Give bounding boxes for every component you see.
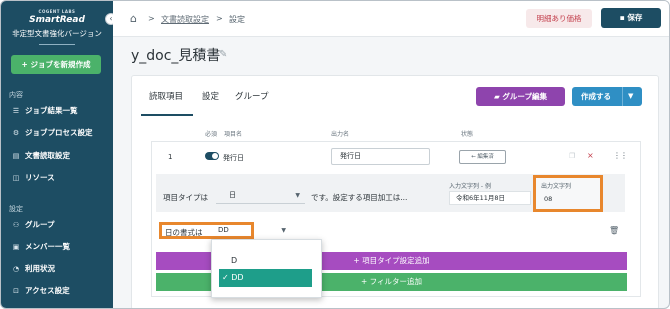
item-type-suffix: です。設定する項目加工は... [311, 193, 408, 202]
section-content-label: 内容 [9, 91, 23, 99]
input-example-field[interactable]: 令和6年11月8日 [449, 191, 531, 205]
sidebar-item-usage[interactable]: ◔ 利用状況 [11, 262, 111, 276]
page-title: y_doc_見積書 [131, 48, 221, 64]
chevron-down-icon: ▼ [281, 227, 286, 234]
list-icon: ☰ [12, 107, 20, 115]
breadcrumb-current: 設定 [229, 15, 245, 24]
group-edit-label: グループ編集 [502, 92, 547, 101]
sidebar-item-doc-reading[interactable]: ▤ 文書読取設定 [11, 149, 111, 163]
status-edited-button[interactable]: ← 編集済 [459, 150, 506, 164]
sidebar-item-group[interactable]: ⚇ グループ [11, 218, 111, 232]
usage-icon: ◔ [12, 265, 20, 273]
brand: COGENT LABS SmartRead 非定型文書強化バージョン [1, 9, 113, 45]
sidebar-item-label: ジョブ結果一覧 [25, 106, 78, 115]
brand-edition: 非定型文書強化バージョン [12, 29, 102, 38]
required-toggle[interactable] [205, 152, 219, 160]
item-name: 発行日 [223, 154, 244, 162]
brand-company: COGENT LABS [38, 9, 76, 14]
process-icon: ⚙ [12, 129, 20, 137]
new-job-button[interactable]: + ジョブを新規作成 [11, 55, 101, 74]
day-format-label: 日の書式は [165, 228, 203, 237]
output-string-label: 出力文字列 [541, 183, 572, 190]
sidebar-item-label: メンバー一覧 [25, 242, 70, 251]
create-label: 作成する [581, 92, 611, 101]
sidebar-item-label: ジョブプロセス設定 [25, 128, 93, 137]
item-type-label: 項目タイプは [163, 193, 208, 202]
create-button[interactable]: 作成する ▼ [572, 87, 642, 106]
header-required: 必須 [205, 131, 218, 138]
output-string-value: 08 [544, 195, 553, 203]
itemized-price-button[interactable]: 明細あり価格 [526, 9, 592, 28]
sidebar-item-members[interactable]: ▣ メンバー一覧 [11, 240, 111, 254]
sidebar-item-label: 文書読取設定 [25, 151, 70, 160]
sidebar-item-resources[interactable]: ◫ リソース [11, 171, 111, 185]
item-type-select[interactable]: 日 ▼ [216, 187, 305, 204]
tab-group[interactable]: グループ [235, 90, 269, 102]
sidebar-item-label: グループ [25, 220, 55, 229]
top-bar: ⌂ > 文書読取設定 > 設定 明細あり価格 ▪ 保存 [113, 1, 669, 37]
copy-icon[interactable]: ❐ [569, 152, 575, 160]
resource-icon: ◫ [12, 174, 20, 182]
edit-title-icon[interactable]: ✎ [219, 49, 227, 60]
tab-settings[interactable]: 設定 [202, 90, 219, 102]
sidebar-item-job-results[interactable]: ☰ ジョブ結果一覧 [11, 104, 111, 118]
sidebar-item-label: アクセス設定 [25, 286, 70, 295]
breadcrumb-separator: > [216, 14, 223, 23]
header-item-name: 項目名 [224, 131, 243, 138]
save-button[interactable]: ▪ 保存 [601, 8, 661, 28]
row-number: 1 [168, 153, 173, 161]
tab-reading-items[interactable]: 読取項目 [149, 90, 183, 102]
output-name-input[interactable]: 発行日 [331, 148, 430, 165]
close-icon[interactable]: × [587, 151, 594, 160]
day-format-select[interactable]: DD ▼ [211, 222, 291, 239]
app-window: COGENT LABS SmartRead 非定型文書強化バージョン + ジョブ… [0, 0, 670, 309]
chevron-down-icon[interactable]: ▼ [628, 87, 633, 106]
dropdown-option-label: DD [231, 273, 244, 282]
group-icon: ⚇ [12, 221, 20, 229]
check-icon: ✓ [222, 273, 229, 282]
sidebar-item-label: 利用状況 [25, 264, 55, 273]
input-example-label: 入力文字列 - 例 [449, 183, 491, 190]
group-edit-button[interactable]: ▰ グループ編集 [476, 87, 565, 106]
sidebar-item-label: リソース [25, 173, 55, 182]
active-tab-indicator [141, 114, 193, 116]
day-format-value: DD [218, 226, 229, 234]
dropdown-option-d[interactable]: D [231, 256, 237, 265]
breadcrumb-separator: > [148, 14, 155, 23]
header-output-name: 出力名 [331, 131, 350, 138]
access-icon: ⊡ [13, 287, 19, 295]
drag-handle-icon[interactable]: ⋮⋮ [613, 151, 628, 160]
sidebar-item-job-process[interactable]: ⚙ ジョブプロセス設定 [11, 126, 111, 140]
home-icon[interactable]: ⌂ [130, 12, 137, 25]
document-icon: ▤ [12, 152, 20, 160]
member-icon: ▣ [12, 243, 20, 251]
save-label: 保存 [627, 13, 643, 22]
dropdown-option-dd[interactable]: ✓ DD [219, 269, 312, 287]
section-settings-label: 設定 [9, 205, 23, 213]
brand-divider [39, 44, 75, 45]
trash-icon[interactable]: 🗑 [609, 226, 619, 235]
breadcrumb-link-doc-settings[interactable]: 文書読取設定 [161, 14, 209, 25]
sidebar: COGENT LABS SmartRead 非定型文書強化バージョン + ジョブ… [1, 1, 113, 308]
brand-logo: SmartRead [29, 15, 85, 25]
header-status: 状態 [461, 131, 474, 138]
item-type-value: 日 [229, 191, 236, 199]
sidebar-item-access[interactable]: ⊡ アクセス設定 [11, 284, 111, 298]
create-divider [622, 87, 623, 106]
chevron-down-icon: ▼ [295, 192, 300, 199]
